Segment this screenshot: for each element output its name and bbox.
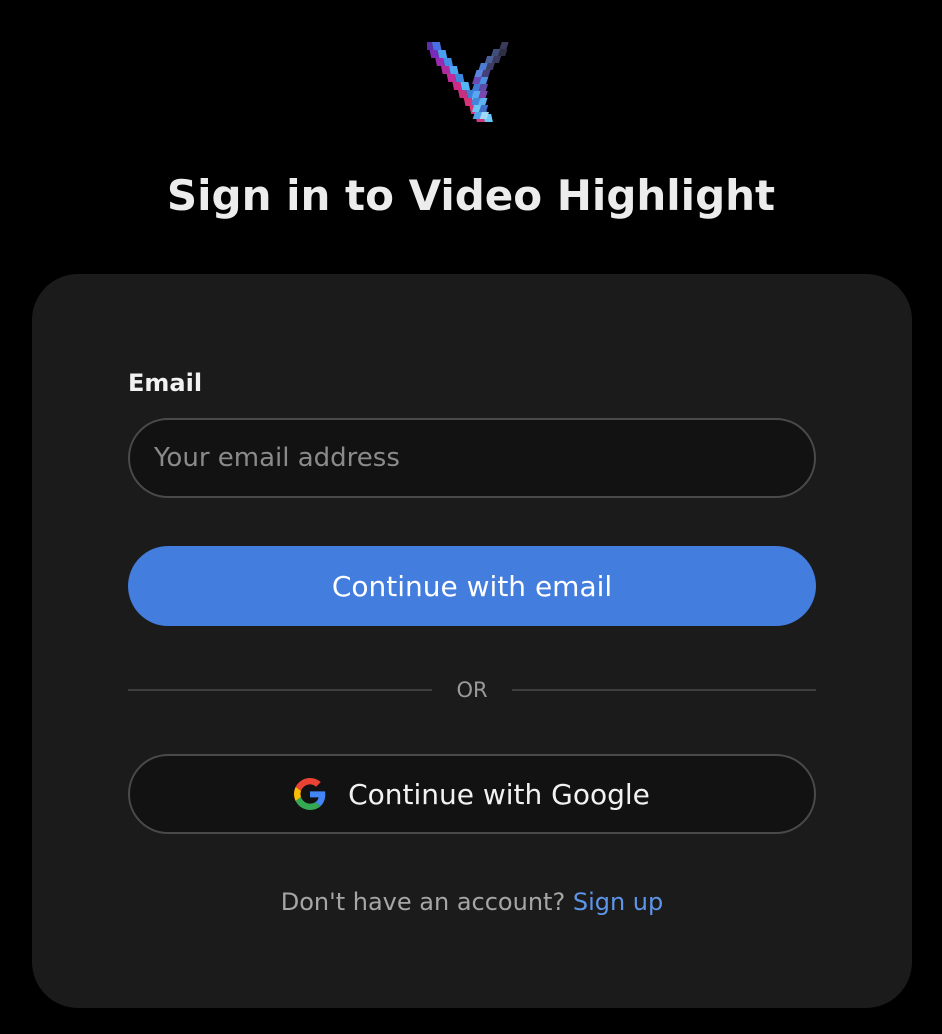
sign-up-link[interactable]: Sign up (573, 888, 663, 916)
continue-with-google-label: Continue with Google (348, 777, 650, 811)
signup-prompt: Don't have an account? Sign up (32, 884, 912, 920)
sign-in-card: Email Continue with email OR Continue wi… (32, 274, 912, 1008)
continue-with-email-button[interactable]: Continue with email (128, 546, 816, 626)
google-icon (294, 778, 326, 810)
email-field[interactable] (128, 418, 816, 498)
divider-line-right (512, 689, 816, 691)
or-divider: OR (128, 672, 816, 708)
continue-with-google-button[interactable]: Continue with Google (128, 754, 816, 834)
page-title: Sign in to Video Highlight (166, 171, 776, 220)
divider-line-left (128, 689, 432, 691)
video-highlight-logo-icon (427, 42, 509, 122)
divider-text: OR (456, 678, 488, 702)
email-label: Email (128, 369, 203, 397)
signup-prompt-text: Don't have an account? (280, 888, 566, 916)
sign-in-page: Sign in to Video Highlight Email Continu… (0, 0, 942, 1034)
